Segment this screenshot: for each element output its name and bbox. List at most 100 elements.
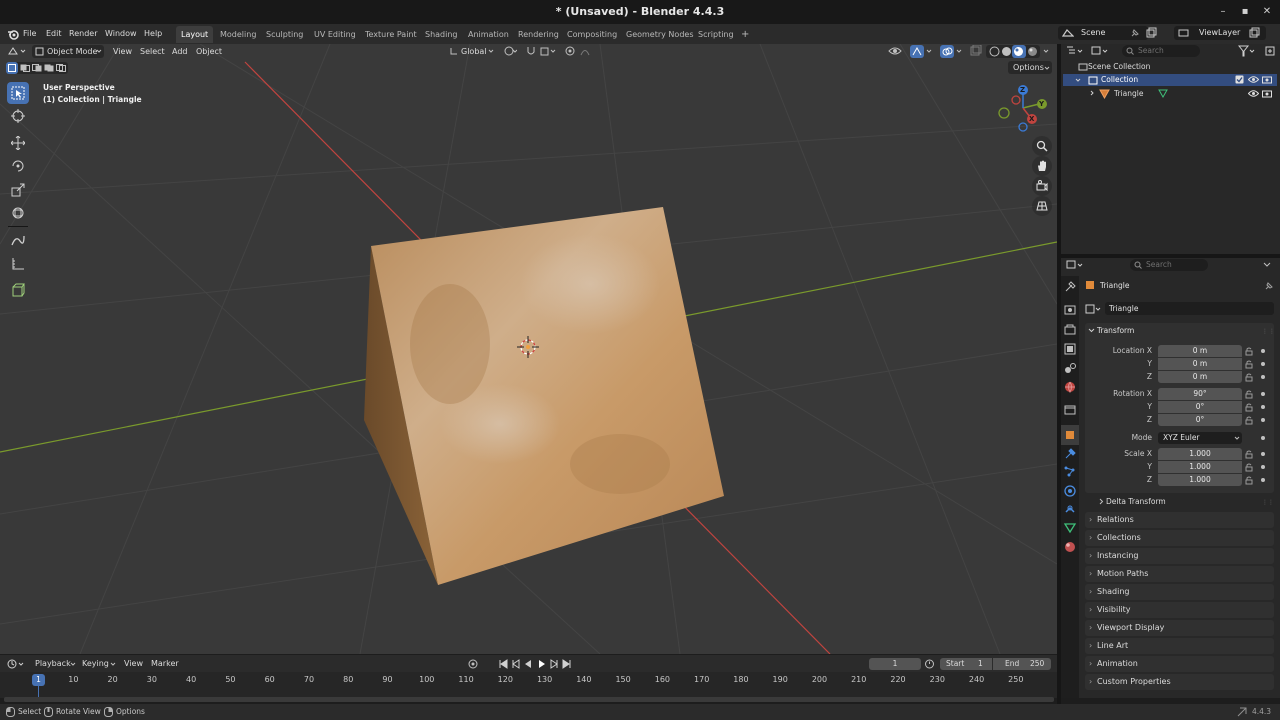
tab-compositing[interactable]: Compositing <box>562 26 622 43</box>
current-frame-field[interactable]: 1 <box>869 658 921 670</box>
playback-controls[interactable] <box>497 658 577 670</box>
keyframe-dot[interactable] <box>1261 375 1265 379</box>
viewport-menu-object[interactable]: Object <box>196 46 222 58</box>
rotation-x-field[interactable]: 90° <box>1158 388 1242 400</box>
transform-tool-icon[interactable] <box>11 206 25 220</box>
object-browse-icon[interactable] <box>1085 303 1103 315</box>
timeline-menu-view[interactable]: View <box>124 659 143 668</box>
new-viewlayer-icon[interactable] <box>1248 27 1260 39</box>
tab-sculpting[interactable]: Sculpting <box>261 26 308 43</box>
timeline-scrollbar[interactable] <box>4 697 1054 702</box>
xray-icon[interactable] <box>970 45 982 57</box>
tab-geometry-nodes[interactable]: Geometry Nodes <box>621 26 698 43</box>
new-scene-icon[interactable] <box>1145 27 1157 39</box>
tool-tab-icon[interactable] <box>1063 280 1077 294</box>
scale-y-field[interactable]: 1.000 <box>1158 461 1242 473</box>
keyframe-dot[interactable] <box>1261 349 1265 353</box>
keyframe-dot[interactable] <box>1261 478 1265 482</box>
camera-render-icon[interactable] <box>1262 75 1272 84</box>
move-tool-icon[interactable] <box>11 136 25 150</box>
playhead[interactable]: 1 <box>32 674 45 686</box>
location-x-field[interactable]: 0 m <box>1158 345 1242 357</box>
scale-tool-icon[interactable] <box>11 183 25 197</box>
menu-help[interactable]: Help <box>140 27 166 41</box>
viewport-menu-select[interactable]: Select <box>140 46 165 58</box>
chevron-right-icon[interactable] <box>1089 90 1095 96</box>
pivot-point-icon[interactable] <box>503 45 517 57</box>
menu-edit[interactable]: Edit <box>42 27 66 41</box>
physics-tab-icon[interactable] <box>1063 484 1077 498</box>
timeline-menu-keying[interactable]: Keying <box>82 659 109 668</box>
pin-icon[interactable] <box>1130 28 1140 38</box>
keyframe-dot[interactable] <box>1261 452 1265 456</box>
rendered-shading-icon[interactable] <box>1027 46 1038 57</box>
viewport-menu-add[interactable]: Add <box>172 46 188 58</box>
drag-handle-icon[interactable]: ⋮⋮ <box>1262 499 1274 506</box>
menu-window[interactable]: Window <box>101 27 141 41</box>
solid-shading-icon[interactable] <box>1001 46 1012 57</box>
chevron-down-icon[interactable] <box>1043 48 1049 54</box>
chevron-down-icon[interactable] <box>926 48 932 54</box>
tab-modeling[interactable]: Modeling <box>215 26 261 43</box>
filter-icon[interactable] <box>1238 45 1256 57</box>
keyframe-dot[interactable] <box>1261 436 1265 440</box>
menu-file[interactable]: File <box>19 27 40 41</box>
lock-icon[interactable] <box>1245 450 1254 459</box>
tab-texture-paint[interactable]: Texture Paint <box>360 26 422 43</box>
view-layer-tab-icon[interactable] <box>1063 342 1077 356</box>
scene-collection-label[interactable]: Scene Collection <box>1088 62 1150 71</box>
output-tab-icon[interactable] <box>1063 323 1077 337</box>
viewport-menu-view[interactable]: View <box>113 46 132 58</box>
tab-uv-editing[interactable]: UV Editing <box>309 26 361 43</box>
select-invert-icon[interactable] <box>44 64 54 72</box>
scale-z-field[interactable]: 1.000 <box>1158 474 1242 486</box>
editor-type-icon[interactable] <box>7 45 29 57</box>
lock-icon[interactable] <box>1245 373 1254 382</box>
close-button[interactable]: ✕ <box>1258 4 1276 20</box>
timeline-menu-playback[interactable]: Playback <box>35 659 71 668</box>
stopwatch-icon[interactable] <box>924 658 935 669</box>
checkbox-icon[interactable] <box>1235 75 1244 84</box>
maximize-button[interactable]: ▪ <box>1236 4 1254 20</box>
transform-title[interactable]: Transform <box>1097 326 1134 335</box>
data-tab-icon[interactable] <box>1063 521 1077 535</box>
world-tab-icon[interactable] <box>1063 380 1077 394</box>
collection-tab-icon[interactable] <box>1063 403 1077 417</box>
select-subtract-icon[interactable] <box>32 64 42 72</box>
keyframe-dot[interactable] <box>1261 405 1265 409</box>
record-icon[interactable] <box>467 658 479 670</box>
timeline-editor-type-icon[interactable] <box>7 658 27 670</box>
lock-icon[interactable] <box>1245 403 1254 412</box>
wireframe-shading-icon[interactable] <box>989 46 1000 57</box>
object-row-label[interactable]: Triangle <box>1114 89 1143 98</box>
lock-icon[interactable] <box>1245 360 1254 369</box>
measure-tool-icon[interactable] <box>11 257 25 271</box>
properties-editor-type-icon[interactable] <box>1066 259 1084 271</box>
chevron-down-icon[interactable] <box>956 48 962 54</box>
location-z-field[interactable]: 0 m <box>1158 371 1242 383</box>
tab-layout[interactable]: Layout <box>176 26 214 43</box>
transform-orientation[interactable]: Global <box>461 46 487 58</box>
display-mode-icon[interactable] <box>1091 45 1109 57</box>
tab-shading[interactable]: Shading <box>420 26 463 43</box>
location-y-field[interactable]: 0 m <box>1158 358 1242 370</box>
rotate-tool-icon[interactable] <box>11 159 25 173</box>
keyframe-dot[interactable] <box>1261 392 1265 396</box>
tab-animation[interactable]: Animation <box>463 26 514 43</box>
cursor-tool-icon[interactable] <box>11 109 25 123</box>
new-collection-icon[interactable] <box>1264 45 1276 57</box>
scene-tab-icon[interactable] <box>1063 361 1077 375</box>
lock-icon[interactable] <box>1245 476 1254 485</box>
chevron-down-icon[interactable] <box>1088 327 1095 334</box>
chevron-down-icon[interactable] <box>1263 262 1271 268</box>
3d-viewport[interactable] <box>0 44 1057 654</box>
pin-icon[interactable] <box>1264 281 1274 291</box>
snap-target-icon[interactable] <box>540 45 558 57</box>
lock-icon[interactable] <box>1245 347 1254 356</box>
lock-icon[interactable] <box>1245 416 1254 425</box>
blender-logo-icon[interactable] <box>7 28 19 40</box>
add-workspace-button[interactable]: + <box>736 26 754 43</box>
rotation-z-field[interactable]: 0° <box>1158 414 1242 426</box>
keyframe-dot[interactable] <box>1261 465 1265 469</box>
timeline-menu-marker[interactable]: Marker <box>151 659 179 668</box>
